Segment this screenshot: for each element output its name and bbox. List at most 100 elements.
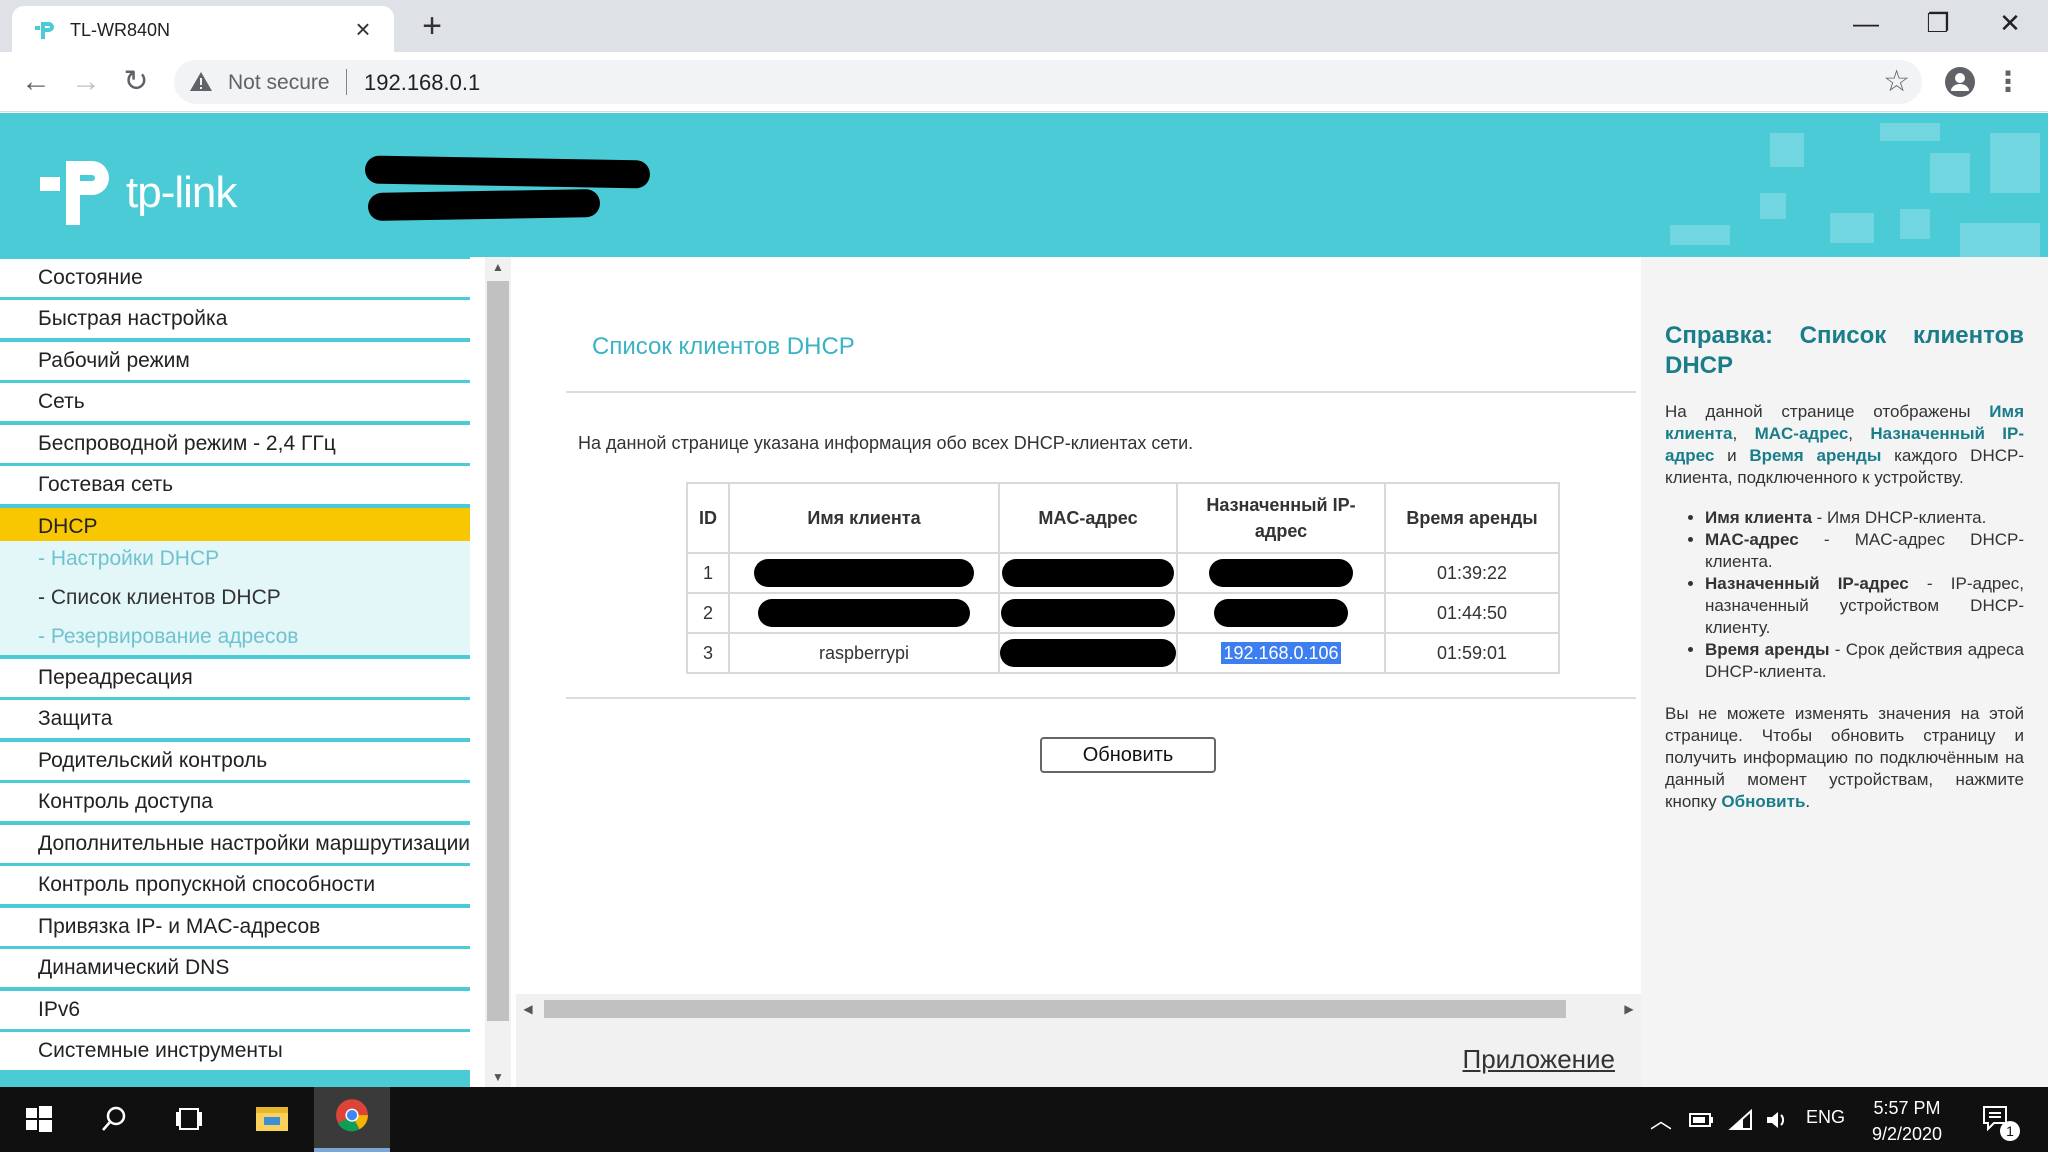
content-frame: Список клиентов DHCP На данной странице … xyxy=(516,257,1641,1087)
submenu-item-dhcp-client-list[interactable]: - Список клиентов DHCP xyxy=(38,586,281,610)
tray-chevron-icon[interactable]: ︿ xyxy=(1650,1103,1672,1135)
restore-button[interactable]: ❐ xyxy=(1908,6,1968,40)
menu-item-parental-control[interactable]: Родительский контроль xyxy=(0,742,470,780)
tab-close-icon[interactable]: × xyxy=(348,14,378,44)
new-tab-button[interactable]: + xyxy=(414,9,450,45)
horizontal-scrollbar[interactable]: ◀ ▶ xyxy=(516,994,1641,1024)
scroll-down-icon[interactable]: ▼ xyxy=(485,1067,511,1087)
menu-item-dynamic-dns[interactable]: Динамический DNS xyxy=(0,949,470,987)
language-indicator[interactable]: ENG xyxy=(1806,1107,1845,1128)
selected-ip-text[interactable]: 192.168.0.106 xyxy=(1221,641,1341,664)
wifi-icon[interactable] xyxy=(1728,1109,1754,1131)
help-keyword: MAC-адрес xyxy=(1754,424,1849,443)
menu-item-forwarding[interactable]: Переадресация xyxy=(0,659,470,697)
header-decoration xyxy=(1770,133,1804,167)
col-ip: Назначенный IP-адрес xyxy=(1176,482,1386,554)
help-term: Назначенный IP-адрес xyxy=(1705,574,1909,593)
menu-item-ipv6[interactable]: IPv6 xyxy=(0,991,470,1029)
tab-title: TL-WR840N xyxy=(70,20,171,40)
url-text[interactable]: 192.168.0.1 xyxy=(364,70,480,96)
menu-item-guest-network[interactable]: Гостевая сеть xyxy=(0,466,470,504)
menu-item-network[interactable]: Сеть xyxy=(0,383,470,421)
help-list-item: Имя клиента - Имя DHCP-клиента. xyxy=(1705,507,2024,529)
redacted-client-name xyxy=(758,599,970,627)
help-list-item: Назначенный IP-адрес - IP-адрес, назначе… xyxy=(1705,573,2024,639)
app-link[interactable]: Приложение xyxy=(1463,1044,1616,1075)
window-close-button[interactable]: ✕ xyxy=(1980,6,2040,40)
help-text: , xyxy=(1732,424,1755,443)
menu-item-wireless[interactable]: Беспроводной режим - 2,4 ГГц xyxy=(0,425,470,463)
menu-item-status[interactable]: Состояние xyxy=(0,259,470,297)
chrome-taskbar-icon[interactable] xyxy=(314,1087,390,1152)
menu-item-security[interactable]: Защита xyxy=(0,700,470,738)
help-text: . xyxy=(1805,792,1811,811)
tab-strip: TL-WR840N × + — ❐ ✕ xyxy=(0,0,2048,54)
cell-ip xyxy=(1176,592,1386,634)
cell-id: 3 xyxy=(686,632,730,674)
cell-mac xyxy=(998,592,1178,634)
address-bar[interactable]: Not secure 192.168.0.1 ☆ xyxy=(174,60,1922,104)
redacted-mac xyxy=(1000,639,1176,667)
not-secure-label[interactable]: Not secure xyxy=(228,71,330,95)
redacted-ip xyxy=(1209,559,1353,587)
submenu-item-address-reservation[interactable]: - Резервирование адресов xyxy=(38,625,298,649)
browser-tab[interactable]: TL-WR840N × xyxy=(12,6,394,54)
help-term: Время аренды xyxy=(1705,640,1830,659)
file-explorer-icon[interactable] xyxy=(234,1087,310,1152)
cell-client-name xyxy=(728,552,1000,594)
help-list: Имя клиента - Имя DHCP-клиента. MAC-адре… xyxy=(1665,507,2024,683)
cell-mac xyxy=(998,632,1178,674)
menu-scrollbar-thumb[interactable] xyxy=(487,281,509,1021)
cell-client-name xyxy=(728,592,1000,634)
volume-icon[interactable] xyxy=(1764,1109,1790,1131)
search-icon[interactable] xyxy=(76,1087,152,1152)
tplink-logo[interactable]: tp-link xyxy=(38,153,237,233)
back-button[interactable]: ← xyxy=(16,62,56,102)
submenu-item-dhcp-settings[interactable]: - Настройки DHCP xyxy=(38,547,219,571)
menu-item-quick-setup[interactable]: Быстрая настройка xyxy=(0,300,470,338)
dhcp-submenu: - Настройки DHCP - Список клиентов DHCP … xyxy=(0,541,470,655)
help-term: Имя клиента xyxy=(1705,508,1812,527)
tplink-favicon-icon xyxy=(35,22,54,39)
cell-id: 1 xyxy=(686,552,730,594)
menu-scrollbar[interactable]: ▲ ▼ xyxy=(485,257,511,1087)
scroll-right-icon[interactable]: ▶ xyxy=(1617,994,1641,1024)
task-view-icon[interactable] xyxy=(152,1087,228,1152)
redacted-model-sub xyxy=(367,188,601,222)
minimize-button[interactable]: — xyxy=(1836,6,1896,40)
chrome-menu-icon[interactable]: ⋮ xyxy=(1994,64,2022,100)
system-clock[interactable]: 5:57 PM 9/2/2020 xyxy=(1862,1095,1952,1147)
router-header: tp-link xyxy=(0,113,2048,257)
menu-item-ip-mac-binding[interactable]: Привязка IP- и MAC-адресов xyxy=(0,908,470,946)
browser-toolbar: ← → ↻ Not secure 192.168.0.1 ☆ xyxy=(0,52,2048,112)
warning-icon xyxy=(190,72,212,91)
cell-id: 2 xyxy=(686,592,730,634)
profile-icon[interactable] xyxy=(1944,66,1976,98)
menu-item-advanced-routing[interactable]: Дополнительные настройки маршрутизации xyxy=(0,825,470,863)
dhcp-client-table: ID Имя клиента MAC-адрес Назначенный IP-… xyxy=(686,482,1560,674)
help-keyword: Время аренды xyxy=(1749,446,1882,465)
battery-icon[interactable] xyxy=(1686,1109,1714,1131)
help-text: Вы не можете изменять значения на этой с… xyxy=(1665,704,2024,811)
header-decoration xyxy=(1670,225,1730,245)
reload-button[interactable]: ↻ xyxy=(116,62,156,102)
menu-item-access-control[interactable]: Контроль доступа xyxy=(0,783,470,821)
scroll-up-icon[interactable]: ▲ xyxy=(485,257,511,277)
redacted-ip xyxy=(1214,599,1348,627)
horizontal-scrollbar-thumb[interactable] xyxy=(544,1000,1566,1018)
help-intro: На данной странице отображены Имя клиент… xyxy=(1665,401,2024,489)
help-text: - Имя DHCP-клиента. xyxy=(1811,508,1987,527)
forward-button[interactable]: → xyxy=(66,62,106,102)
scroll-left-icon[interactable]: ◀ xyxy=(516,994,540,1024)
cell-mac xyxy=(998,552,1178,594)
menu-item-operation-mode[interactable]: Рабочий режим xyxy=(0,342,470,380)
tplink-logo-text: tp-link xyxy=(126,168,237,217)
menu-item-bandwidth-control[interactable]: Контроль пропускной способности xyxy=(0,866,470,904)
header-decoration xyxy=(1990,133,2040,193)
menu-item-system-tools[interactable]: Системные инструменты xyxy=(0,1032,470,1070)
help-term: MAC-адрес xyxy=(1705,530,1799,549)
windows-start-icon[interactable] xyxy=(0,1087,76,1152)
bookmark-star-icon[interactable]: ☆ xyxy=(1883,66,1910,98)
refresh-button[interactable]: Обновить xyxy=(1040,737,1216,773)
table-row: 3 raspberrypi 192.168.0.106 01:59:01 xyxy=(686,632,1560,674)
